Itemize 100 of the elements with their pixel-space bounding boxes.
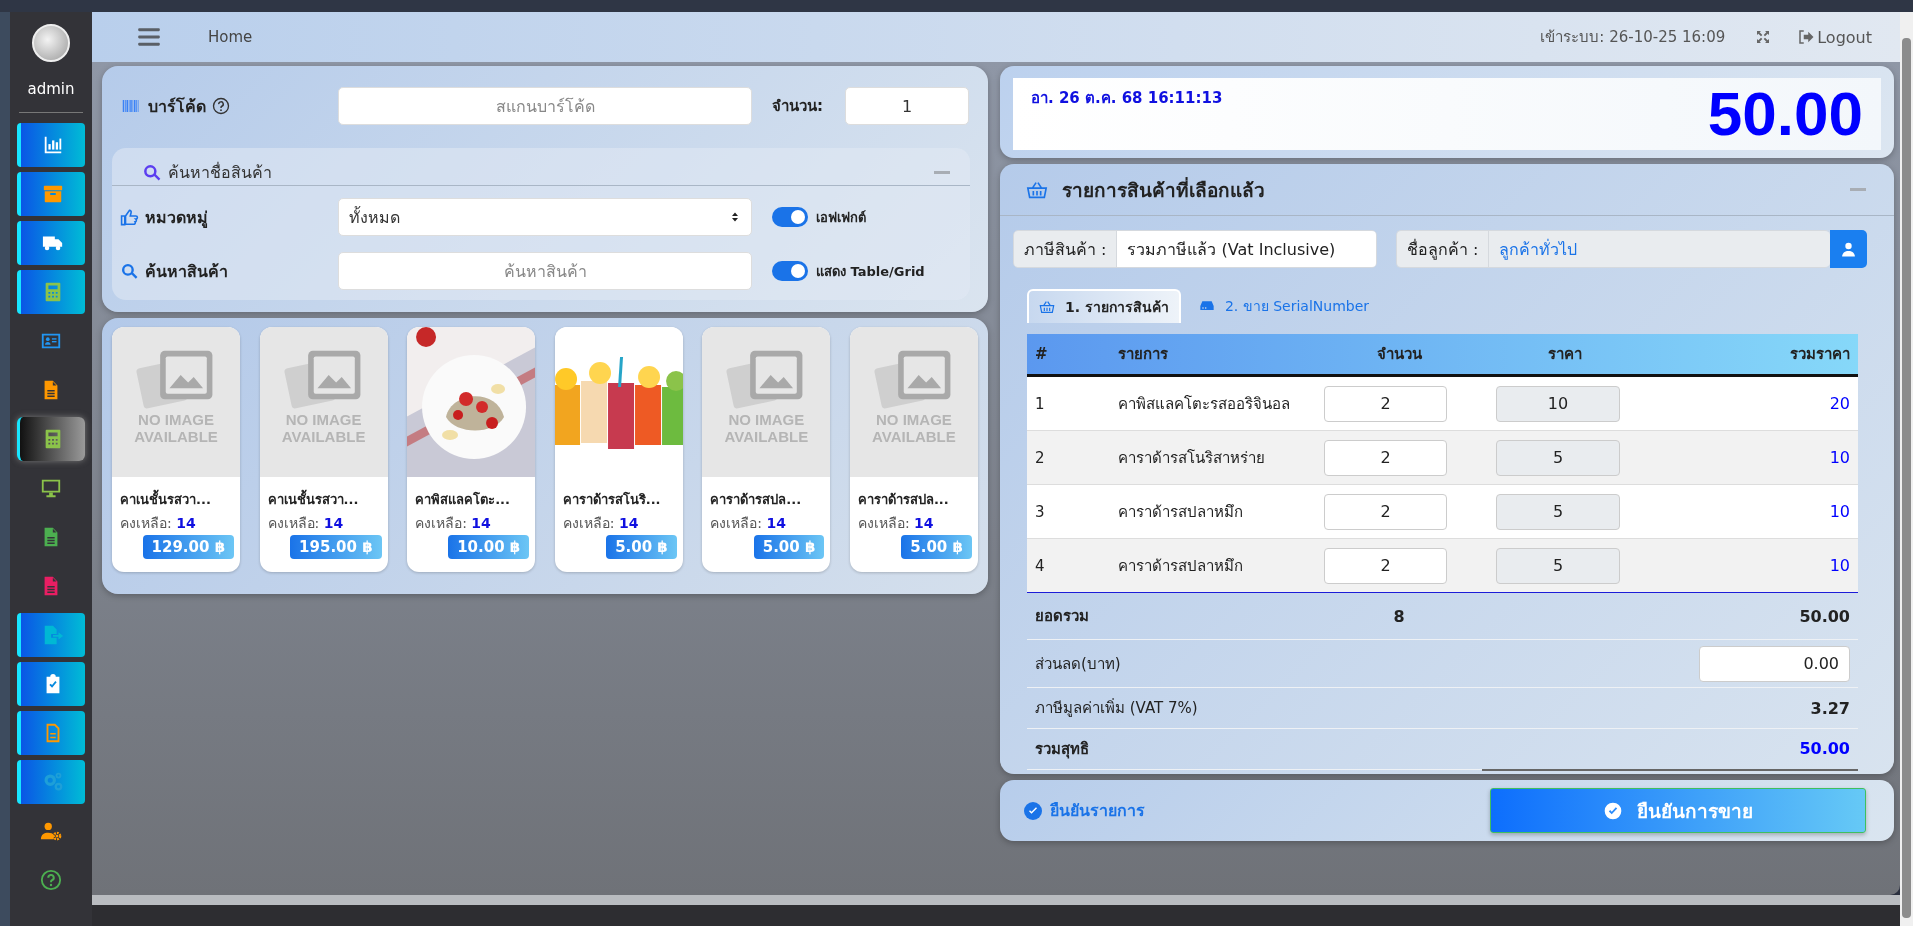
product-name: คาราด้ารสโนริ... [562, 491, 662, 509]
price-badge: 5.00 ฿ [901, 535, 972, 559]
panel-title: รายการสินค้าที่เลือกแล้ว [1062, 176, 1265, 203]
sale-datetime: อา. 26 ต.ค. 68 16:11:13 [1031, 88, 1223, 109]
sidebar-item[interactable] [17, 221, 85, 265]
logout-icon [1797, 28, 1816, 46]
table-cell: รวมสุทธิ [1027, 728, 1110, 770]
price-badge: 5.00 ฿ [606, 535, 677, 559]
table-cell: 8 [1316, 592, 1482, 640]
fullscreen-button[interactable] [1755, 29, 1772, 45]
column-header: รวมราคา [1648, 334, 1858, 376]
table-cell: 50.00 [1648, 592, 1858, 640]
sale-total: 50.00 [1707, 78, 1863, 150]
login-time: เข้าระบบ: 26-10-25 16:09 [1540, 27, 1726, 48]
table-cell: คาราด้ารสปลาหมึก [1110, 484, 1316, 539]
column-header: จำนวน [1316, 334, 1482, 376]
quantity-field[interactable]: 2 [1324, 547, 1447, 584]
breadcrumb[interactable]: Home [208, 28, 253, 46]
discount-field[interactable]: 0.00 [1699, 645, 1850, 682]
quantity-field[interactable]: 1 [845, 87, 969, 125]
scrollbar-thumb[interactable] [1902, 38, 1911, 918]
price-badge: 5.00 ฿ [753, 535, 825, 559]
price-field[interactable]: 10 [1496, 385, 1620, 422]
sort-arrows-icon [729, 211, 741, 223]
price-badge: 195.00 ฿ [290, 535, 382, 559]
price-field[interactable]: 5 [1496, 439, 1620, 476]
expand-icon [1755, 29, 1772, 45]
table-cell: 3 [1027, 484, 1110, 539]
table-cell: คาพิสแลคโตะรสออริจินอล [1110, 375, 1316, 431]
help-icon [212, 97, 230, 115]
table-cell: ส่วนลด(บาท) [1027, 639, 1316, 688]
collapse-icon [1850, 188, 1866, 191]
toggle-switch[interactable] [772, 261, 808, 281]
barcode-field[interactable]: สแกนบาร์โค้ด [338, 87, 752, 125]
customer-button[interactable] [1830, 230, 1867, 268]
stock-text: คงเหลือ: 14 [120, 514, 197, 533]
collapse-icon [934, 171, 950, 174]
tax-field[interactable]: ภาษีสินค้า : รวมภาษีแล้ว (Vat Inclusive) [1013, 230, 1377, 268]
toggle-switch[interactable] [772, 207, 808, 227]
category-select[interactable]: ทั้งหมด [338, 198, 752, 236]
table-cell: ภาษีมูลค่าเพิ่ม (VAT 7%) [1027, 687, 1316, 729]
thumbs-up-icon [120, 207, 139, 227]
price-field[interactable]: 5 [1496, 493, 1620, 530]
section-title: ค้นหาชื่อสินค้า [168, 161, 272, 184]
product-name: คาเนชั้นรสวา... [120, 489, 241, 510]
stock-text: คงเหลือ: 14 [415, 514, 492, 533]
product-name: คาราด้ารสปล... [857, 491, 950, 509]
checkbox-label: ยืนยันรายการ [1050, 800, 1145, 822]
stock-text: คงเหลือ: 14 [710, 514, 787, 533]
stock-text: คงเหลือ: 14 [857, 514, 935, 533]
stock-text: คงเหลือ: 14 [267, 514, 345, 533]
stock-text: คงเหลือ: 14 [562, 514, 640, 533]
sidebar-item[interactable] [17, 417, 85, 461]
table-cell: 10 [1648, 430, 1858, 485]
field-label: จำนวน: [772, 96, 824, 117]
search-icon [142, 162, 162, 183]
checkbox[interactable] [1024, 801, 1042, 820]
user-icon [1840, 240, 1857, 258]
sidebar-item[interactable] [17, 123, 85, 167]
gears-icon [42, 771, 64, 793]
monitor-icon [40, 477, 62, 499]
customer-field[interactable]: ชื่อลูกค้า : ลูกค้าทั่วไป [1396, 230, 1830, 268]
toggle-label: เอฟเฟกต์ [816, 208, 866, 227]
product-search-field[interactable]: ค้นหาสินค้า [338, 252, 752, 290]
box-icon [42, 183, 64, 205]
quantity-field[interactable]: 2 [1324, 385, 1447, 422]
barcode-icon [120, 97, 142, 115]
product-card[interactable]: คาพิสแลคโตะ... คงเหลือ: 14 10.00 ฿ [407, 327, 536, 572]
help-icon [40, 869, 62, 891]
field-label: ค้นหาสินค้า [145, 260, 228, 283]
table-cell: ยอดรวม [1027, 592, 1110, 640]
toggle-label: แสดง Table/Grid [816, 262, 925, 281]
table-cell: 20 [1648, 375, 1858, 431]
table-cell: 10 [1648, 538, 1858, 593]
table-cell: 4 [1027, 538, 1110, 593]
quantity-field[interactable]: 2 [1324, 439, 1447, 476]
logout-link[interactable]: Logout [1797, 27, 1872, 47]
table-cell: คาราด้ารสโนริสาหร่าย [1110, 430, 1316, 485]
search-icon [120, 261, 139, 281]
column-header: ราคา [1482, 334, 1648, 376]
user-gear-icon [40, 820, 62, 842]
table-cell: 1 [1027, 375, 1110, 431]
chart-icon [42, 134, 64, 156]
table-cell: คาราด้ารสปลาหมึก [1110, 538, 1316, 593]
quantity-field[interactable]: 2 [1324, 493, 1447, 530]
table-cell: 50.00 [1648, 728, 1858, 770]
tab[interactable]: 1. รายการสินค้า [1027, 289, 1181, 323]
avatar [32, 24, 70, 62]
price-badge: 129.00 ฿ [142, 535, 235, 559]
sidebar-item[interactable] [17, 662, 85, 706]
table-cell: 2 [1027, 430, 1110, 485]
field-label: หมวดหมู่ [145, 206, 208, 230]
table-cell: 10 [1648, 484, 1858, 539]
price-field[interactable]: 5 [1496, 547, 1620, 584]
user-name: admin [27, 80, 75, 98]
product-card[interactable]: คาราด้ารสโนริ... คงเหลือ: 14 5.00 ฿ [554, 327, 683, 572]
basket-icon [1039, 299, 1055, 315]
product-name: คาเนชั้นรสวา... [267, 489, 388, 510]
price-badge: 10.00 ฿ [448, 535, 530, 559]
product-name: คาราด้ารสปล... [710, 491, 803, 509]
